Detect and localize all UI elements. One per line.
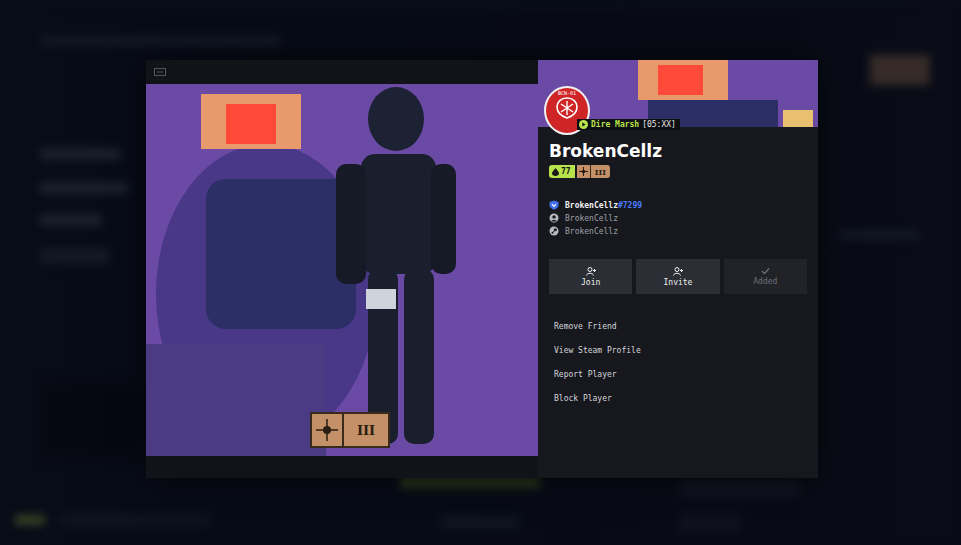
drop-icon (552, 168, 559, 176)
friend-profile-modal: III BCN-01 Dire Marsh[05:XX] BrokenCellz 77 I… (146, 60, 818, 478)
profile-panel: BCN-01 Dire Marsh[05:XX] BrokenCellz 77 III B… (538, 60, 818, 478)
menu-icon (154, 68, 166, 76)
profile-menu: Remove FriendView Steam ProfileReport Pl… (549, 314, 807, 410)
account-name: BrokenCellz (565, 201, 618, 210)
account-name-wrap: BrokenCellz (565, 214, 618, 223)
rank-emblem: III (310, 412, 390, 448)
game-account-icon (549, 200, 559, 210)
profile-content: BrokenCellz77IIIBrokenCellz#7299BrokenCe… (538, 127, 818, 410)
linked-account: BrokenCellz (549, 212, 807, 224)
linked-account: BrokenCellz (549, 225, 807, 237)
action-label: Added (753, 277, 777, 286)
action-button[interactable]: Join (549, 259, 632, 294)
menu-item[interactable]: Remove Friend (549, 314, 807, 338)
level-value: 77 (561, 167, 571, 176)
action-label: Invite (664, 278, 693, 287)
steam-account-icon (549, 226, 559, 236)
linked-accounts: BrokenCellz#7299BrokenCellzBrokenCellz (549, 199, 807, 237)
add-person-icon (586, 267, 596, 276)
action-button: Added (724, 259, 807, 294)
account-name: BrokenCellz (565, 214, 618, 223)
character-showcase: III (146, 60, 538, 478)
rank-label: III (591, 167, 610, 177)
crosshair-icon (316, 419, 338, 441)
player-badges: 77 III (549, 165, 807, 178)
rank-badge: III (577, 165, 610, 178)
add-person-icon (673, 267, 683, 276)
character-art (146, 84, 538, 456)
showcase-header (146, 60, 538, 84)
menu-item[interactable]: Report Player (549, 362, 807, 386)
menu-item[interactable]: View Steam Profile (549, 338, 807, 362)
action-label: Join (581, 278, 600, 287)
action-buttons: Join Invite Added (549, 259, 807, 294)
play-icon (579, 120, 588, 129)
showcase-footer (146, 456, 538, 478)
user-account-icon (549, 213, 559, 223)
linked-account: BrokenCellz#7299 (549, 199, 807, 211)
account-tag: #7299 (618, 201, 642, 210)
avatar-label: BCN-01 (558, 91, 576, 96)
account-name-wrap: BrokenCellz (565, 227, 618, 236)
account-name: BrokenCellz (565, 227, 618, 236)
status-time: [05:XX] (642, 120, 676, 129)
player-name: BrokenCellz (549, 141, 807, 161)
menu-item[interactable]: Block Player (549, 386, 807, 410)
status-location: Dire Marsh (591, 120, 639, 129)
crosshair-icon (579, 167, 588, 176)
account-name-wrap: BrokenCellz#7299 (565, 201, 642, 210)
character-render: III (146, 84, 538, 456)
level-badge: 77 (549, 165, 575, 178)
action-button[interactable]: Invite (636, 259, 719, 294)
rank-icon-box (577, 165, 591, 178)
emblem-label: III (344, 414, 388, 446)
player-status: Dire Marsh[05:XX] (577, 119, 680, 130)
emblem-icon-box (312, 414, 344, 446)
avatar-emblem-icon (553, 96, 581, 120)
check-icon (761, 267, 770, 275)
